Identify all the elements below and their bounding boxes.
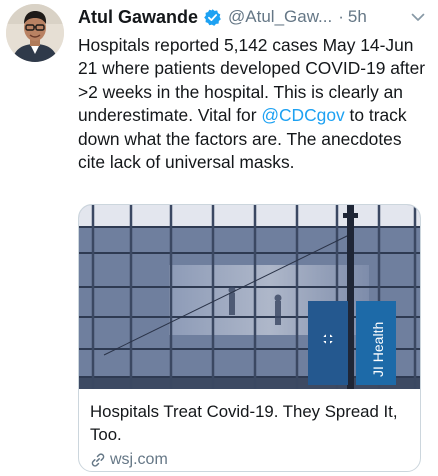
tweet-text: Hospitals reported 5,142 cases May 14-Ju… [78,34,430,174]
link-preview-card[interactable]: JI Health Hospitals Treat Covid-19. They… [78,204,421,472]
author-name[interactable]: Atul Gawande [78,7,198,28]
card-title[interactable]: Hospitals Treat Covid-19. They Spread It… [90,400,410,446]
mention-link[interactable]: @CDCgov [261,105,344,125]
author-avatar[interactable] [6,4,64,62]
card-image[interactable]: JI Health [79,205,420,389]
avatar-image [6,4,64,62]
verified-badge-icon [203,8,222,27]
banner-text: JI Health [370,322,386,377]
chevron-down-icon[interactable] [408,7,428,27]
tweet-timestamp[interactable]: 5h [348,7,367,27]
card-domain: wsj.com [110,451,168,468]
tweet-header: Atul Gawande @Atul_Gaw... · 5h [78,4,430,30]
card-domain-row[interactable]: wsj.com [90,450,168,470]
link-icon [90,452,106,468]
header-separator: · [338,7,344,26]
author-handle[interactable]: @Atul_Gaw... [228,7,332,27]
hospital-facade-image: JI Health [79,205,420,389]
